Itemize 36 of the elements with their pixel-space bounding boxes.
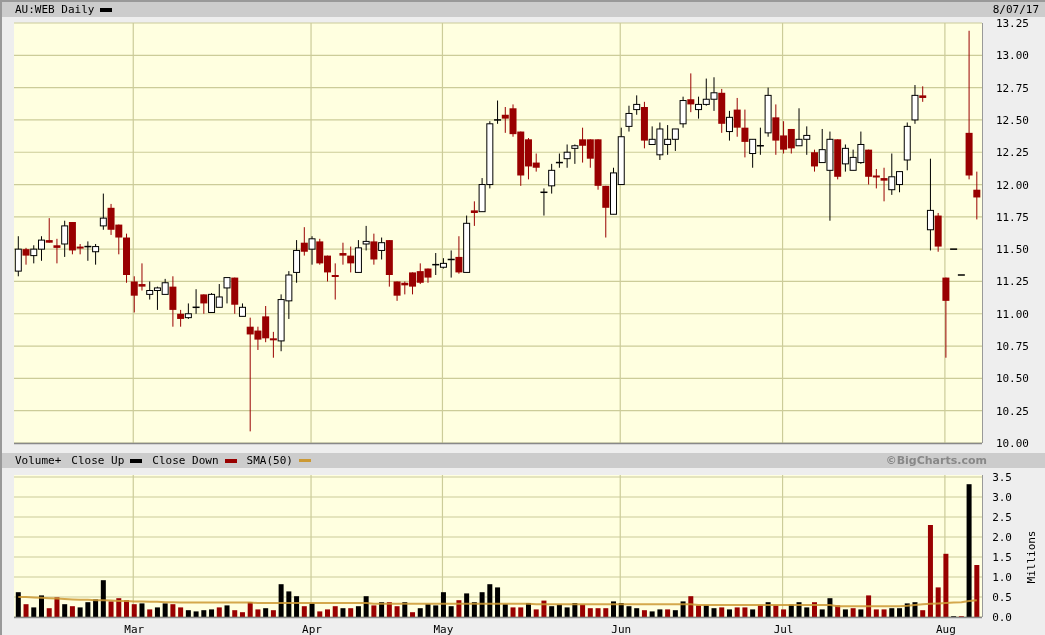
x-axis-label: Mar	[124, 623, 145, 635]
y-axis-label: 2.5	[992, 511, 1012, 524]
y-axis-label: 13.00	[995, 49, 1029, 63]
legend-label: Close Down	[152, 453, 219, 468]
y-axis-label: 1.5	[992, 551, 1012, 564]
y-axis-label: 12.50	[995, 113, 1029, 127]
y-axis-label: 3.5	[992, 471, 1012, 484]
y-axis-label: 12.25	[995, 146, 1029, 160]
legend-label: Volume+	[15, 453, 62, 468]
y-axis-label: 12.00	[995, 178, 1029, 192]
y-axis-label: 13.25	[995, 17, 1029, 30]
y-axis-label: 11.00	[995, 307, 1029, 321]
legend-label: Close Up	[71, 453, 125, 468]
x-axis-label: Aug	[935, 623, 956, 635]
y-axis-label: 10.50	[995, 372, 1029, 386]
y-axis-label: 12.75	[995, 81, 1029, 95]
y-axis-label: 10.75	[995, 340, 1029, 354]
y-axis-label: 10.00	[995, 437, 1029, 450]
y-axis-label: 1.0	[992, 571, 1012, 584]
x-axis-label: Jun	[611, 623, 632, 635]
chart-date: 8/07/17	[992, 2, 1039, 17]
y-axis-label: 10.25	[995, 404, 1029, 418]
legend-label: SMA(50)	[246, 453, 293, 468]
y-axis-label: 2.0	[992, 531, 1012, 544]
y-axis-label: 11.50	[995, 243, 1029, 257]
y-axis-label: 3.0	[992, 491, 1012, 504]
x-axis-label: Apr	[302, 623, 322, 635]
x-axis-label: Jul	[773, 623, 794, 635]
y-axis-label: 0.0	[992, 611, 1012, 624]
y-axis-label: 11.75	[995, 210, 1029, 224]
axis-title: Millions	[1025, 530, 1038, 584]
x-axis-label: May	[433, 623, 454, 635]
chart-title: AU:WEB Daily	[15, 2, 95, 17]
y-axis-label: 0.5	[992, 591, 1012, 604]
y-axis-label: 11.25	[995, 275, 1029, 289]
copyright-text: ©BigCharts.com	[885, 454, 987, 467]
